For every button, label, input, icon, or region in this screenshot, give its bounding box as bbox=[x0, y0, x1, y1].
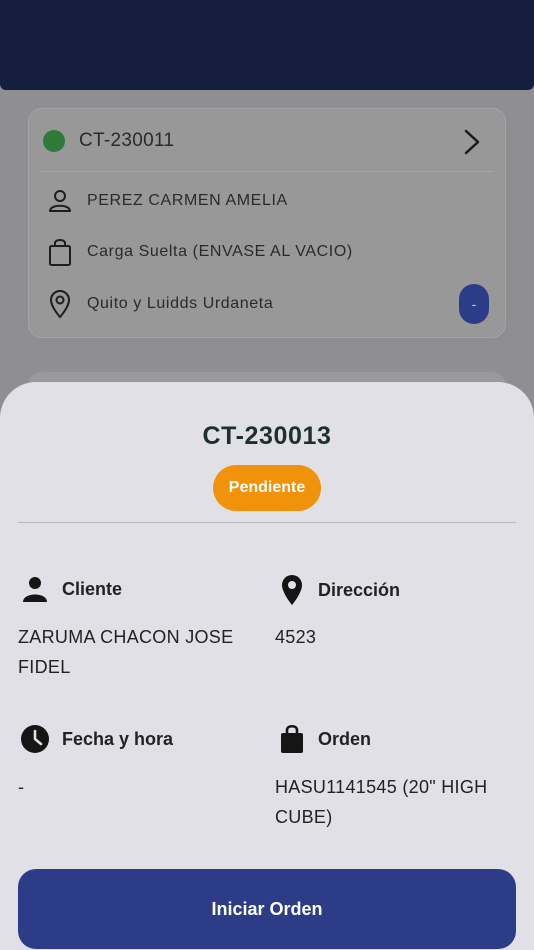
direccion-label-row: Dirección bbox=[278, 574, 400, 606]
order-card-id: CT-230011 bbox=[79, 130, 175, 151]
order-detail-sheet: CT-230013 Pendiente Cliente ZARUMA CHACO… bbox=[0, 382, 534, 950]
orden-label: Orden bbox=[318, 728, 372, 749]
orden-label-row: Orden bbox=[278, 724, 371, 754]
app-header bbox=[0, 0, 534, 90]
order-card-client-row: PEREZ CARMEN AMELIA bbox=[47, 187, 523, 215]
status-dot-icon bbox=[43, 130, 65, 152]
order-card-address: Quito y Luidds Urdaneta bbox=[87, 295, 274, 312]
cliente-label-row: Cliente bbox=[20, 574, 122, 604]
location-pin-outline-icon bbox=[49, 290, 71, 319]
order-card-header: CT-230011 bbox=[43, 127, 519, 155]
sheet-title: CT-230013 bbox=[202, 422, 332, 450]
order-card-action-button[interactable]: - bbox=[459, 284, 489, 324]
order-card[interactable]: CT-230011 PEREZ CARMEN AMELIA Carga Suel… bbox=[28, 108, 506, 338]
fecha-value: - bbox=[18, 777, 25, 797]
sheet-divider bbox=[18, 522, 516, 523]
direccion-label: Dirección bbox=[318, 579, 401, 600]
order-card-address-row: Quito y Luidds Urdaneta bbox=[47, 289, 523, 319]
person-outline-icon bbox=[49, 190, 71, 212]
fecha-label: Fecha y hora bbox=[62, 728, 174, 749]
order-card-client: PEREZ CARMEN AMELIA bbox=[87, 192, 288, 209]
cliente-value: ZARUMA CHACON JOSE FIDEL bbox=[18, 627, 234, 677]
iniciar-orden-button[interactable]: Iniciar Orden bbox=[18, 869, 516, 949]
shopping-bag-icon bbox=[281, 724, 303, 753]
location-pin-icon bbox=[282, 575, 302, 605]
cliente-label: Cliente bbox=[62, 578, 123, 599]
orden-value: HASU1141545 (20" HIGH CUBE) bbox=[275, 777, 488, 827]
order-card-cargo: Carga Suelta (ENVASE AL VACIO) bbox=[87, 243, 353, 260]
direccion-value: 4523 bbox=[275, 627, 317, 647]
chevron-right-icon[interactable] bbox=[461, 129, 483, 155]
bag-outline-icon bbox=[49, 239, 71, 266]
status-badge: Pendiente bbox=[213, 465, 321, 511]
fecha-label-row: Fecha y hora bbox=[20, 724, 173, 754]
clock-icon bbox=[21, 725, 49, 753]
card-divider bbox=[41, 171, 493, 172]
person-icon bbox=[23, 577, 47, 602]
order-card-cargo-row: Carga Suelta (ENVASE AL VACIO) bbox=[47, 237, 523, 267]
